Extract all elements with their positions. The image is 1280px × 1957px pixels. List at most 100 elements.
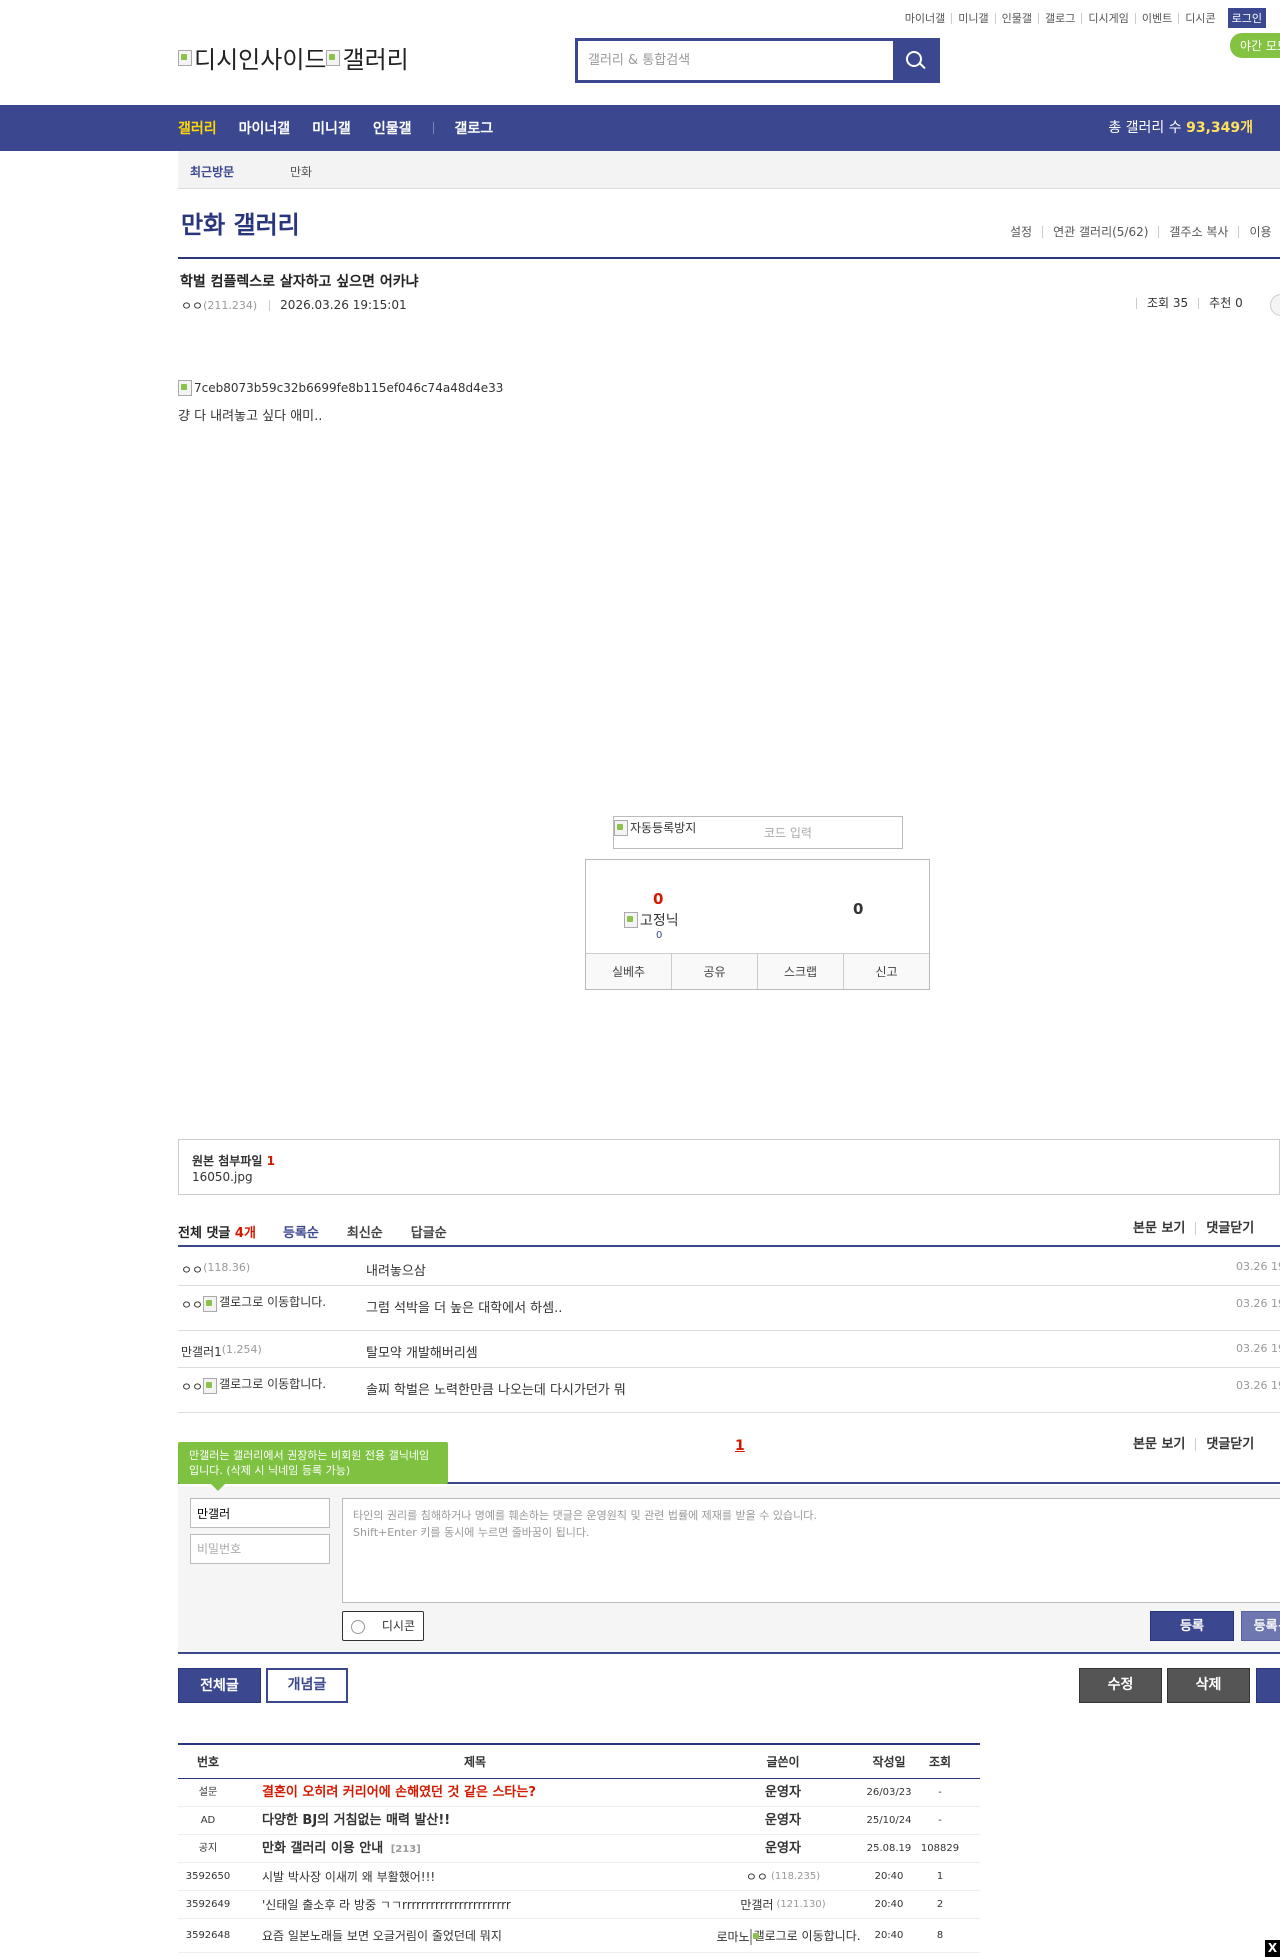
nav-person[interactable]: 인물갤 xyxy=(373,118,412,138)
attachment-box: 원본 첨부파일 1 16050.jpg xyxy=(178,1139,1280,1195)
sort-registered[interactable]: 등록순 xyxy=(283,1222,319,1241)
row-views: 1 xyxy=(936,1871,944,1882)
password-input[interactable] xyxy=(190,1534,330,1564)
row-writer-ip: (118.235) xyxy=(770,1871,821,1882)
nav-minor[interactable]: 마이너갤 xyxy=(239,118,291,138)
nav-mini[interactable]: 미니갤 xyxy=(312,118,351,138)
top-link-dccon[interactable]: 디시콘 xyxy=(1178,12,1221,24)
attachment-file[interactable]: 16050.jpg xyxy=(192,1170,253,1184)
close-comments-button[interactable]: 댓글닫기 xyxy=(1195,1438,1264,1451)
top-link-minor[interactable]: 마이너갤 xyxy=(899,13,951,24)
nav-gallery[interactable]: 갤러리 xyxy=(178,118,217,138)
comment-page-1[interactable]: 1 xyxy=(735,1438,745,1454)
table-row[interactable]: 3592650 시발 박사장 이새끼 왜 부활했어!!! ㅇㅇ (118.235)… xyxy=(178,1863,980,1891)
comment-total: 전체 댓글 4개 xyxy=(178,1222,256,1241)
row-writer[interactable]: 운영자 xyxy=(708,1835,858,1863)
table-row[interactable]: AD 다양한 BJ의 거침없는 매력 발산!! 운영자 25/10/24 - xyxy=(178,1807,980,1835)
row-title[interactable]: 다양한 BJ의 거침없는 매력 발산!! xyxy=(262,1807,450,1835)
gallery-settings-link[interactable]: 설정 xyxy=(1000,226,1042,238)
search-box xyxy=(575,38,940,83)
register-button[interactable]: 등록 xyxy=(1150,1611,1234,1641)
view-count: 조회 35 xyxy=(1136,297,1198,309)
col-title: 제목 xyxy=(464,1755,487,1769)
register-recommend-button[interactable]: 등록+추천 xyxy=(1241,1611,1280,1641)
nav-gallog[interactable]: 갤로그 xyxy=(454,118,493,138)
row-writer[interactable]: 로마노 갤로그로 이동합니다. xyxy=(708,1923,861,1951)
dccon-button[interactable]: 디시콘 xyxy=(342,1611,424,1641)
top-link-gallog[interactable]: 갤로그 xyxy=(1038,12,1081,24)
write-button[interactable] xyxy=(1256,1668,1280,1703)
comment-writer[interactable]: ㅇㅇ 갤로그로 이동합니다. xyxy=(181,1296,333,1313)
post-title: 학벌 컴플렉스로 살자하고 싶으면 어카냐 xyxy=(180,274,419,290)
search-icon[interactable] xyxy=(893,41,937,80)
row-writer-nick: 로마노 xyxy=(716,1930,750,1944)
sort-latest[interactable]: 최신순 xyxy=(347,1222,383,1241)
gallery-count-label: 총 갤러리 수 xyxy=(1108,120,1182,136)
close-comments-button[interactable]: 댓글닫기 xyxy=(1195,1222,1264,1235)
captcha-input[interactable] xyxy=(764,822,894,844)
row-title[interactable]: 요즘 일본노래들 보면 오글거림이 줄었던데 뭐지 xyxy=(262,1919,502,1953)
row-title[interactable]: 만화 갤러리 이용 안내 [213] xyxy=(262,1835,421,1864)
top-link-mini[interactable]: 미니갤 xyxy=(951,12,994,24)
top-link-event[interactable]: 이벤트 xyxy=(1134,12,1178,24)
row-writer[interactable]: 만갤러 (121.130) xyxy=(708,1891,858,1919)
gallog-link[interactable]: 갤로그로 이동합니다. xyxy=(749,1929,861,1945)
fixed-nick-upvote[interactable]: 고정닉 xyxy=(624,910,679,930)
row-title[interactable]: '신태일 출소후 라 방중 ㄱㄱrrrrrrrrrrrrrrrrrrrrrrr xyxy=(262,1891,511,1919)
row-writer[interactable]: 운영자 xyxy=(708,1807,858,1835)
scrap-button[interactable]: 스크랩 xyxy=(757,954,843,989)
concept-posts-button[interactable]: 개념글 xyxy=(266,1668,348,1703)
comment-writer[interactable]: ㅇㅇ (118.36) xyxy=(181,1261,250,1278)
table-row[interactable]: 설문 결혼이 오히려 커리어에 손해였던 것 같은 스타는? 운영자 26/03… xyxy=(178,1779,980,1807)
row-title[interactable]: 결혼이 오히려 커리어에 손해였던 것 같은 스타는? xyxy=(262,1779,536,1807)
comment-date: 03.26 19 xyxy=(1236,1260,1280,1273)
table-row[interactable]: 3592649 '신태일 출소후 라 방중 ㄱㄱrrrrrrrrrrrrrrrr… xyxy=(178,1891,980,1919)
recent-visits-label[interactable]: 최근방문 xyxy=(190,163,234,180)
view-post-button[interactable]: 본문 보기 xyxy=(1123,1222,1195,1235)
copy-gallery-url-link[interactable]: 갤주소 복사 xyxy=(1158,226,1238,238)
gallog-link[interactable]: 갤로그로 이동합니다. xyxy=(203,1296,333,1312)
night-mode-button[interactable]: 야간 모드 xyxy=(1230,33,1280,58)
comment-textarea[interactable] xyxy=(342,1498,1280,1603)
comment-writer[interactable]: 만갤러1 (1.254) xyxy=(181,1343,262,1360)
top-link-game[interactable]: 디시게임 xyxy=(1081,12,1134,24)
comment-item: ㅇㅇ (118.36) 내려놓으삼 03.26 19 xyxy=(178,1249,1280,1286)
sort-replies[interactable]: 답글순 xyxy=(411,1222,447,1241)
row-title[interactable]: 시발 박사장 이새끼 왜 부활했어!!! xyxy=(262,1863,435,1891)
comment-writer[interactable]: ㅇㅇ 갤로그로 이동합니다. xyxy=(181,1378,333,1395)
related-gallery-link[interactable]: 연관 갤러리(5/62) xyxy=(1042,226,1158,238)
best-recommend-button[interactable]: 실베추 xyxy=(586,954,671,989)
login-button[interactable]: 로그인 xyxy=(1227,8,1266,28)
comment-item: 만갤러1 (1.254) 탈모약 개발해버리셈 03.26 19 xyxy=(178,1331,1280,1368)
top-link-person[interactable]: 인물갤 xyxy=(994,12,1038,24)
captcha-box: 자동등록방지 xyxy=(613,816,903,849)
post-action-bar: 실베추 공유 스크랩 신고 xyxy=(586,953,929,989)
row-num: 3592649 xyxy=(185,1899,231,1910)
view-post-button[interactable]: 본문 보기 xyxy=(1123,1438,1195,1451)
share-button[interactable]: 공유 xyxy=(671,954,757,989)
writer-nick[interactable]: ㅇㅇ xyxy=(181,297,203,314)
broken-image-icon xyxy=(178,49,192,66)
recent-visit-item[interactable]: 만화 xyxy=(290,163,312,180)
nickname-input[interactable] xyxy=(190,1498,330,1528)
close-icon[interactable]: X xyxy=(1265,1940,1280,1957)
usage-link[interactable]: 이용 xyxy=(1238,226,1280,238)
table-row[interactable]: 공지 만화 갤러리 이용 안내 [213] 운영자 25.08.19 10882… xyxy=(178,1835,980,1863)
post-image[interactable]: 7ceb8073b59c32b6699fe8b115ef046c74a48d4e… xyxy=(178,380,503,396)
all-posts-button[interactable]: 전체글 xyxy=(178,1668,261,1703)
edit-button[interactable]: 수정 xyxy=(1079,1668,1162,1703)
comment-jump-button[interactable] xyxy=(1270,294,1280,316)
delete-button[interactable]: 삭제 xyxy=(1167,1668,1250,1703)
table-row[interactable]: 3592648 요즘 일본노래들 보면 오글거림이 줄었던데 뭐지 로마노 갤로… xyxy=(178,1919,980,1953)
row-title-text: 만화 갤러리 이용 안내 xyxy=(262,1841,384,1856)
row-writer[interactable]: ㅇㅇ (118.235) xyxy=(708,1863,858,1891)
report-button[interactable]: 신고 xyxy=(843,954,929,989)
broken-image-icon xyxy=(624,912,638,928)
site-logo[interactable]: 디시인사이드 갤러리 xyxy=(178,40,409,75)
row-writer[interactable]: 운영자 xyxy=(708,1779,858,1807)
gallog-link[interactable]: 갤로그로 이동합니다. xyxy=(203,1378,333,1394)
comment-text: 탈모약 개발해버리셈 xyxy=(366,1346,478,1361)
gallery-title[interactable]: 만화 갤러리 xyxy=(181,205,300,240)
comment-ip: (118.36) xyxy=(203,1261,251,1274)
search-input[interactable] xyxy=(578,41,888,80)
